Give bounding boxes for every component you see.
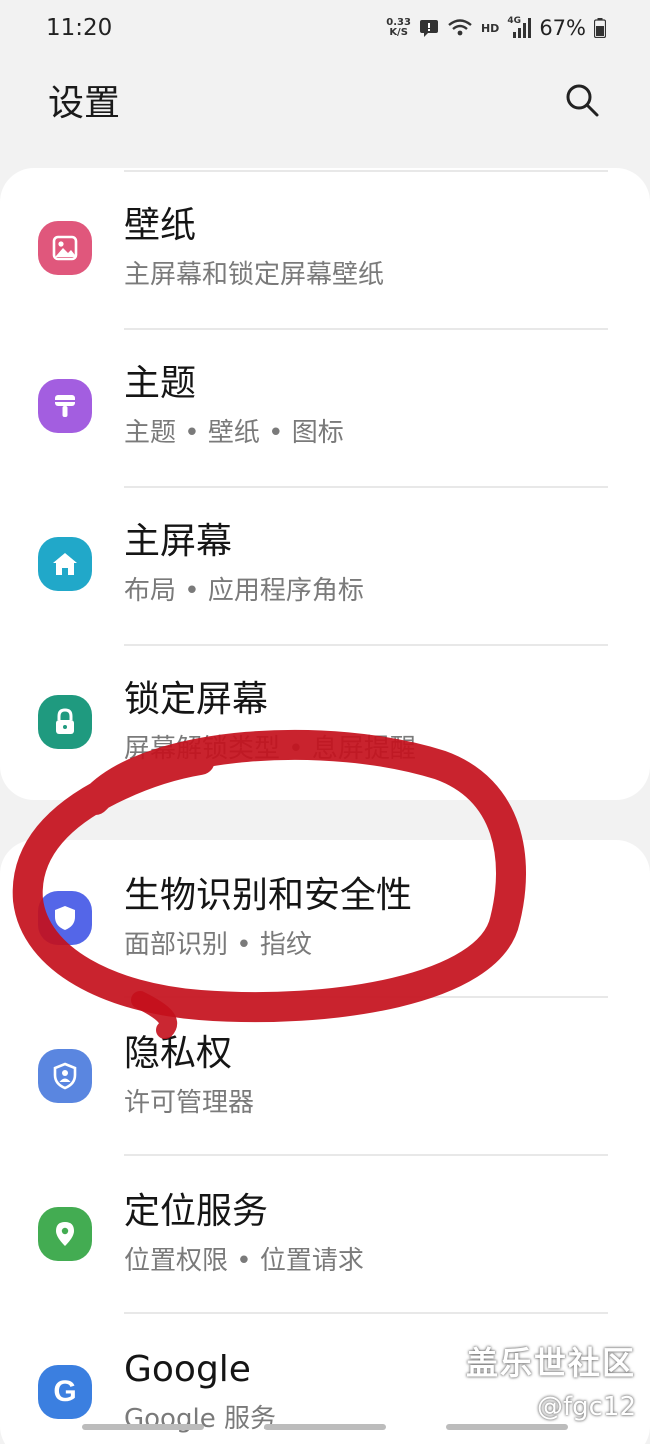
item-title: 生物识别和安全性 — [124, 875, 413, 916]
item-subtitle: 面部识别 • 指纹 — [124, 930, 312, 960]
item-text: 锁定屏幕 屏幕解锁类型 • 息屏提醒 — [124, 678, 416, 766]
settings-item-biometrics-security[interactable]: 生物识别和安全性 面部识别 • 指纹 — [0, 840, 650, 996]
nav-home-button[interactable] — [264, 1424, 386, 1430]
status-icons: 0.33 K/S HD 4G 67% — [386, 16, 606, 40]
item-subtitle: 主屏幕和锁定屏幕壁纸 — [124, 260, 385, 290]
search-icon — [566, 84, 599, 117]
wifi-icon — [448, 19, 472, 36]
item-title: Google — [124, 1349, 251, 1390]
settings-item-privacy[interactable]: 隐私权 许可管理器 — [0, 998, 650, 1154]
status-bar: 11:20 0.33 K/S HD 4G 67% — [0, 0, 650, 56]
network-speed: 0.33 K/S — [386, 17, 411, 38]
search-button[interactable] — [560, 78, 604, 122]
item-subtitle: 屏幕解锁类型 • 息屏提醒 — [124, 734, 416, 764]
navigation-bar — [0, 1424, 650, 1432]
shield-icon — [38, 891, 92, 945]
item-title: 锁定屏幕 — [124, 679, 269, 720]
settings-item-home-screen[interactable]: 主屏幕 布局 • 应用程序角标 — [0, 486, 650, 642]
theme-brush-icon — [38, 379, 92, 433]
item-subtitle: 布局 • 应用程序角标 — [124, 576, 364, 606]
title-row: 设置 — [0, 70, 650, 130]
page-title: 设置 — [48, 83, 121, 124]
nav-recents-button[interactable] — [82, 1424, 204, 1430]
item-text: 主屏幕 布局 • 应用程序角标 — [124, 520, 364, 608]
settings-group-display: 壁纸 主屏幕和锁定屏幕壁纸 主题 主题 • 壁纸 • 图标 主屏幕 布局 • 应 — [0, 168, 650, 800]
wallpaper-icon — [38, 221, 92, 275]
google-icon: G — [38, 1365, 92, 1419]
item-text: 壁纸 主屏幕和锁定屏幕壁纸 — [124, 204, 384, 292]
home-icon — [38, 537, 92, 591]
item-title: 定位服务 — [124, 1191, 269, 1232]
status-time: 11:20 — [46, 15, 113, 41]
watermark-title: 盖乐世社区 — [465, 1344, 636, 1382]
lock-icon — [38, 695, 92, 749]
item-subtitle: 主题 • 壁纸 • 图标 — [124, 418, 344, 448]
battery-percent: 67% — [539, 16, 586, 40]
watermark-handle: @fgc12 — [536, 1392, 636, 1422]
location-pin-icon — [38, 1207, 92, 1261]
item-text: 主题 主题 • 壁纸 • 图标 — [124, 362, 344, 450]
item-subtitle: 许可管理器 — [124, 1088, 255, 1118]
hd-label: HD — [480, 21, 500, 35]
item-title: 主屏幕 — [124, 521, 233, 562]
message-icon — [419, 20, 438, 37]
cellular-signal: 4G — [507, 16, 532, 38]
item-text: 隐私权 许可管理器 — [124, 1032, 254, 1120]
item-text: 定位服务 位置权限 • 位置请求 — [124, 1190, 364, 1278]
nav-back-button[interactable] — [446, 1424, 568, 1430]
settings-item-lock-screen[interactable]: 锁定屏幕 屏幕解锁类型 • 息屏提醒 — [0, 644, 650, 800]
settings-item-wallpaper[interactable]: 壁纸 主屏幕和锁定屏幕壁纸 — [0, 170, 650, 326]
battery-icon — [594, 18, 606, 38]
item-title: 隐私权 — [124, 1033, 233, 1074]
item-text: Google Google 服务 — [124, 1348, 276, 1436]
signal-icon — [513, 18, 532, 38]
watermark: 盖乐世社区 @fgc12 — [466, 1338, 636, 1422]
item-text: 生物识别和安全性 面部识别 • 指纹 — [124, 874, 412, 962]
settings-item-location[interactable]: 定位服务 位置权限 • 位置请求 — [0, 1156, 650, 1312]
item-title: 壁纸 — [124, 205, 197, 246]
item-subtitle: 位置权限 • 位置请求 — [124, 1246, 364, 1276]
settings-item-themes[interactable]: 主题 主题 • 壁纸 • 图标 — [0, 328, 650, 484]
privacy-shield-icon — [38, 1049, 92, 1103]
item-title: 主题 — [124, 363, 197, 404]
